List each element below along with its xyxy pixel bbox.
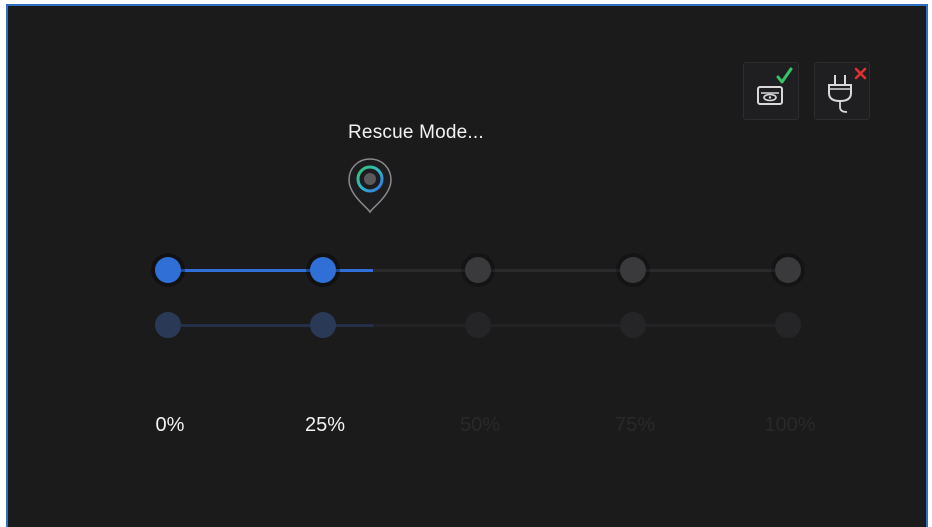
step-dot-reflection-25 xyxy=(310,312,336,338)
step-dot-25 xyxy=(310,257,336,283)
step-dot-reflection-0 xyxy=(155,312,181,338)
step-dot-reflection-75 xyxy=(620,312,646,338)
checkmark-icon xyxy=(776,67,793,84)
step-label-50: 50% xyxy=(459,414,501,436)
location-pin-icon xyxy=(348,158,392,214)
reflection-fill xyxy=(168,324,373,327)
disc-drive-icon xyxy=(757,67,793,105)
reflection-remaining xyxy=(372,324,788,327)
step-dot-50 xyxy=(465,257,491,283)
progress-remaining xyxy=(372,269,788,272)
step-dot-100 xyxy=(775,257,801,283)
rescue-mode-title: Rescue Mode... xyxy=(348,122,484,143)
step-label-100: 100% xyxy=(764,414,816,436)
step-dot-0 xyxy=(155,257,181,283)
step-dot-reflection-50 xyxy=(465,312,491,338)
power-plug-icon xyxy=(828,67,867,113)
step-label-25: 25% xyxy=(304,414,346,436)
power-plug-status xyxy=(814,62,870,120)
step-dot-75 xyxy=(620,257,646,283)
disc-drive-status xyxy=(743,62,799,120)
step-dot-reflection-100 xyxy=(775,312,801,338)
step-label-0: 0% xyxy=(155,414,185,436)
step-label-75: 75% xyxy=(614,414,656,436)
rescue-screen: Rescue Mode... 0% 25% 50% 75% 100% xyxy=(6,4,928,527)
progress-fill xyxy=(168,269,373,272)
